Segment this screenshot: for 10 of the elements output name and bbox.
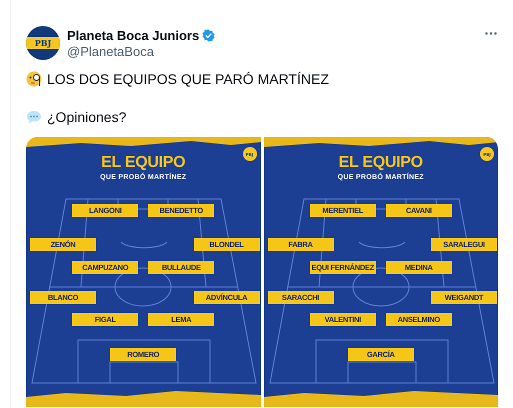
post-text: ¿Opiniones? — [47, 109, 126, 125]
avatar[interactable]: PBJ — [26, 26, 60, 60]
author-name[interactable]: Planeta Boca Juniors — [67, 28, 200, 43]
graphic-title: EL EQUIPO — [101, 154, 186, 172]
monocle-face-icon — [26, 71, 42, 87]
graphic-title: EL EQUIPO — [338, 154, 423, 172]
speech-bubble-icon — [26, 110, 42, 124]
post-text: LOS DOS EQUIPOS QUE PARÓ MARTÍNEZ — [47, 71, 329, 87]
more-icon[interactable] — [485, 32, 497, 35]
author-handle[interactable]: @PlanetaBoca — [67, 44, 478, 59]
